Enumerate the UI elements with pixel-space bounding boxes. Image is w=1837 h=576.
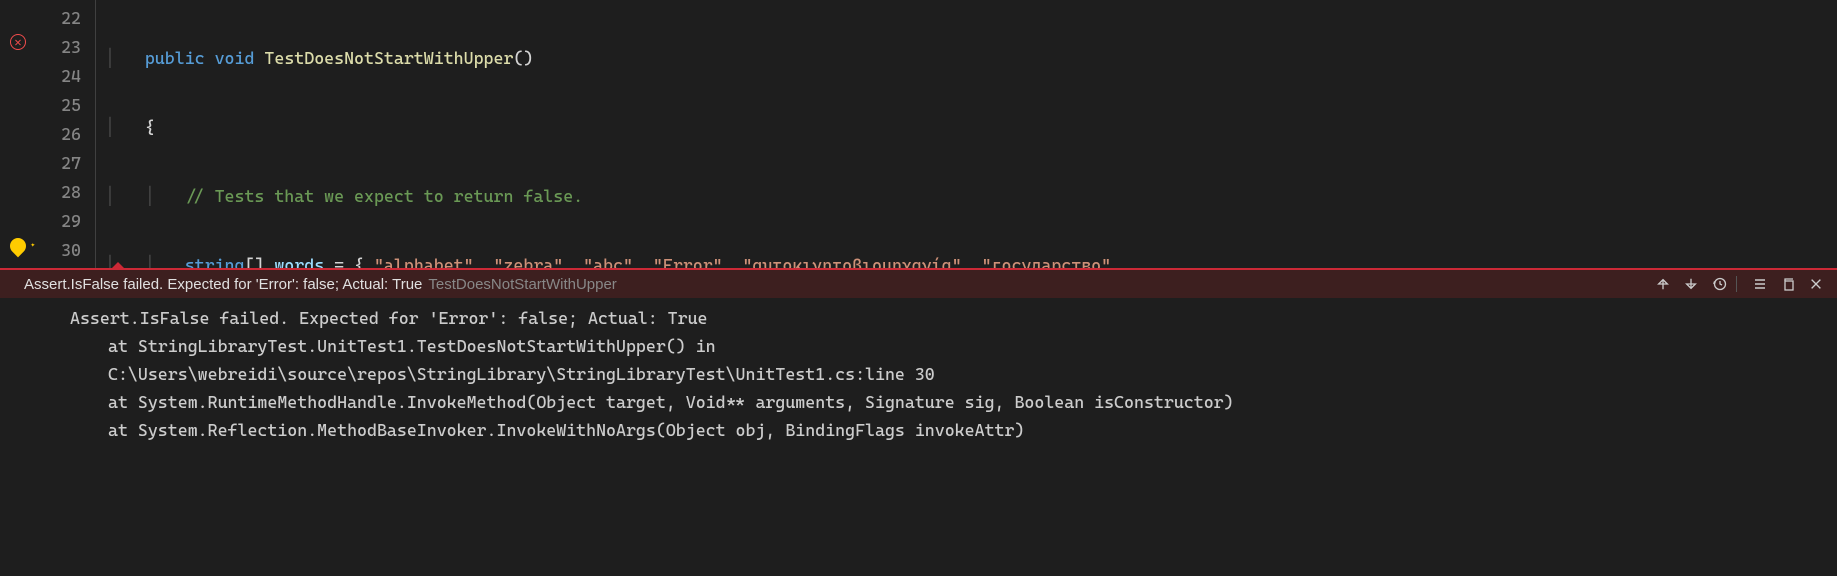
error-glyph-icon[interactable]: ✕ xyxy=(10,34,30,54)
code-line[interactable]: │ { xyxy=(105,113,1837,142)
code-line[interactable]: │ │ string[] words = { "alphabet", "zebr… xyxy=(105,251,1837,268)
error-divider xyxy=(0,268,1837,270)
line-number: 24 xyxy=(40,62,81,91)
glyph-margin: ✕ xyxy=(0,0,40,268)
line-number: 28 xyxy=(40,178,81,207)
line-number: 27 xyxy=(40,149,81,178)
stack-trace-message: Assert.IsFalse failed. Expected for 'Err… xyxy=(0,304,1837,332)
code-line[interactable]: │ │ // Tests that we expect to return fa… xyxy=(105,182,1837,211)
code-line[interactable]: │ public void TestDoesNotStartWithUpper(… xyxy=(105,44,1837,73)
code-content[interactable]: │ public void TestDoesNotStartWithUpper(… xyxy=(105,0,1837,268)
history-icon[interactable] xyxy=(1708,273,1730,295)
stack-trace-frame: at StringLibraryTest.UnitTest1.TestDoesN… xyxy=(0,332,1837,360)
line-number-gutter: 22 23 24 25 26 27 28 29 30 xyxy=(40,0,95,268)
stack-trace-frame: at System.RuntimeMethodHandle.InvokeMeth… xyxy=(0,388,1837,416)
list-icon[interactable] xyxy=(1749,273,1771,295)
line-number: 30 xyxy=(40,236,81,265)
error-header-testname: TestDoesNotStartWithUpper xyxy=(428,276,616,293)
line-number: 23 xyxy=(40,33,81,62)
line-number: 22 xyxy=(40,4,81,33)
error-panel-header: Assert.IsFalse failed. Expected for 'Err… xyxy=(0,270,1837,298)
error-header-message: Assert.IsFalse failed. Expected for 'Err… xyxy=(24,276,422,293)
close-icon[interactable] xyxy=(1805,273,1827,295)
line-number: 25 xyxy=(40,91,81,120)
copy-icon[interactable] xyxy=(1777,273,1799,295)
stack-trace-panel[interactable]: Assert.IsFalse failed. Expected for 'Err… xyxy=(0,298,1837,444)
stack-trace-location: C:\Users\webreidi\source\repos\StringLib… xyxy=(0,360,1837,388)
nav-up-icon[interactable] xyxy=(1652,273,1674,295)
fold-gutter xyxy=(95,0,105,268)
stack-trace-frame: at System.Reflection.MethodBaseInvoker.I… xyxy=(0,416,1837,444)
line-number: 26 xyxy=(40,120,81,149)
line-number: 29 xyxy=(40,207,81,236)
nav-down-icon[interactable] xyxy=(1680,273,1702,295)
toolbar-separator xyxy=(1736,276,1737,292)
lightbulb-icon[interactable] xyxy=(10,238,30,258)
code-editor[interactable]: ✕ 22 23 24 25 26 27 28 29 30 │ public vo… xyxy=(0,0,1837,268)
